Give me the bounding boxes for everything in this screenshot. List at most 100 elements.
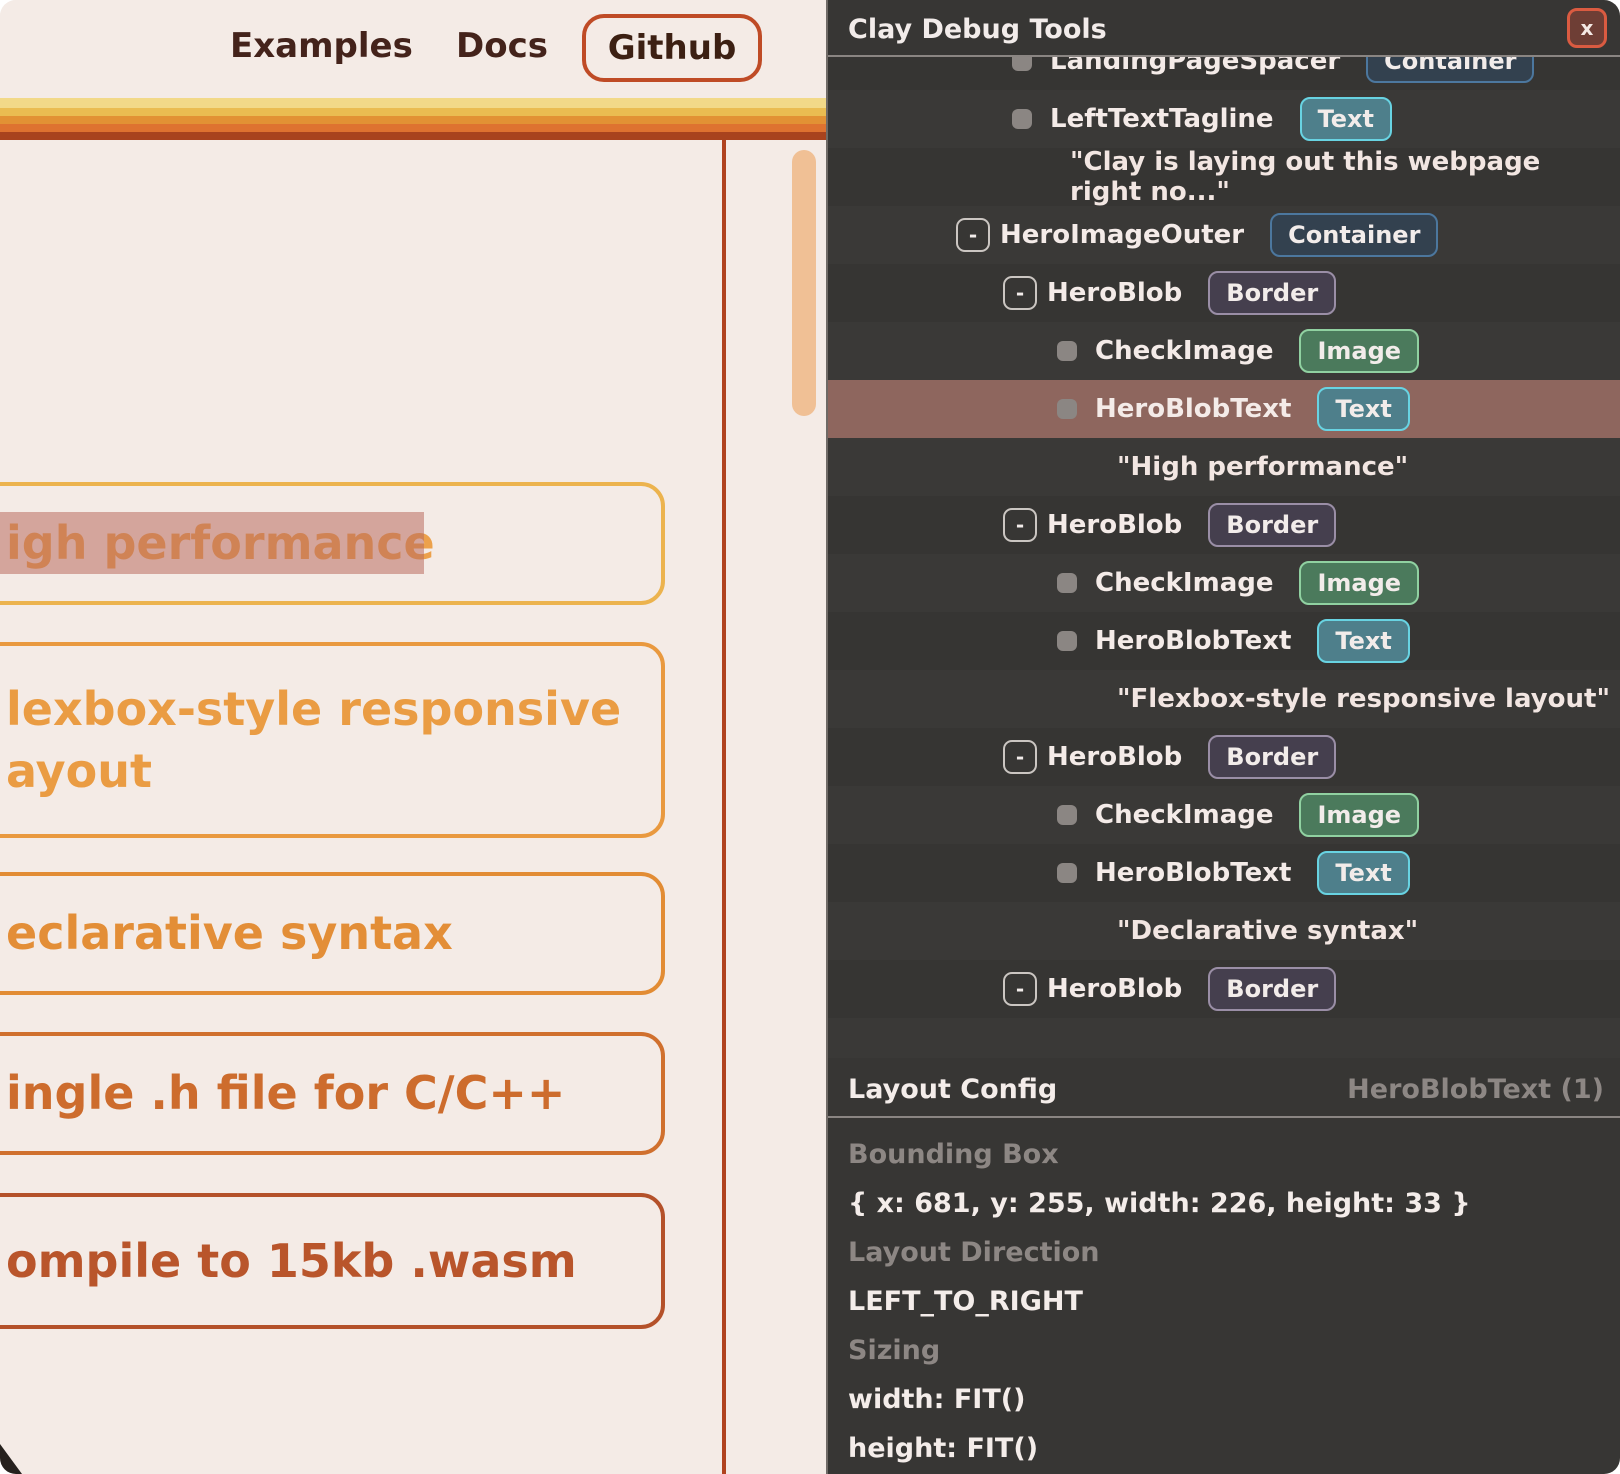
stripe-band bbox=[0, 116, 826, 124]
selected-element-label: HeroBlobText (1) bbox=[1347, 1074, 1604, 1105]
tree-node-label: HeroBlobText bbox=[1095, 394, 1291, 424]
element-type-badge: Container bbox=[1366, 57, 1534, 83]
collapse-button[interactable]: - bbox=[956, 218, 990, 252]
config-label: Layout Direction bbox=[828, 1228, 1620, 1277]
tree-node-LandingPageSpacer[interactable]: LandingPageSpacer Container bbox=[828, 57, 1620, 90]
tree-node-label: CheckImage bbox=[1095, 568, 1273, 598]
tree-row-partial bbox=[828, 1018, 1620, 1058]
config-label: Bounding Box bbox=[828, 1130, 1620, 1179]
tree-node-HeroBlob[interactable]: -HeroBlob Border bbox=[828, 264, 1620, 322]
stripe-band bbox=[0, 132, 826, 140]
tree-node-HeroBlob[interactable]: -HeroBlob Border bbox=[828, 960, 1620, 1018]
tree-text-content: "Declarative syntax" bbox=[1117, 916, 1418, 946]
tree-node-label: LeftTextTagline bbox=[1050, 104, 1274, 134]
stripe-band bbox=[0, 108, 826, 116]
leaf-bullet-icon bbox=[1057, 573, 1077, 593]
tree-text-content: "Flexbox-style responsive layout" bbox=[1117, 684, 1610, 714]
hero-blob-card: ompile to 15kb .wasm bbox=[0, 1193, 665, 1329]
tree-node-HeroImageOuter[interactable]: -HeroImageOuter Container bbox=[828, 206, 1620, 264]
hero-blob-label: ompile to 15kb .wasm bbox=[0, 1230, 577, 1292]
leaf-bullet-icon bbox=[1057, 863, 1077, 883]
leaf-bullet-icon bbox=[1012, 57, 1032, 71]
collapse-button[interactable]: - bbox=[1003, 508, 1037, 542]
tree-node-HeroBlob[interactable]: -HeroBlob Border bbox=[828, 728, 1620, 786]
tree-node-label: HeroBlob bbox=[1047, 278, 1182, 308]
nav-link-docs[interactable]: Docs bbox=[456, 26, 548, 66]
tree-node-label: HeroBlob bbox=[1047, 510, 1182, 540]
tree-node-CheckImage[interactable]: CheckImage Image bbox=[828, 554, 1620, 612]
element-type-badge: Container bbox=[1270, 213, 1438, 258]
debug-panel-header: Clay Debug Tools x bbox=[828, 0, 1620, 57]
element-type-badge: Text bbox=[1300, 97, 1392, 142]
scrollbar-thumb[interactable] bbox=[792, 150, 816, 416]
tree-node-label: CheckImage bbox=[1095, 336, 1273, 366]
hero-blob-label: eclarative syntax bbox=[0, 902, 453, 964]
tree-node-LeftTextTagline[interactable]: LeftTextTagline Text bbox=[828, 90, 1620, 148]
tree-text-content-row[interactable]: "Declarative syntax" bbox=[828, 902, 1620, 960]
element-type-badge: Image bbox=[1299, 793, 1419, 838]
tree-node-HeroBlobText[interactable]: HeroBlobText Text bbox=[828, 844, 1620, 902]
collapse-button[interactable]: - bbox=[1003, 740, 1037, 774]
element-type-badge: Text bbox=[1317, 619, 1409, 664]
tree-text-content: "High performance" bbox=[1117, 452, 1408, 482]
tree-node-label: HeroBlobText bbox=[1095, 858, 1291, 888]
stripe-band bbox=[0, 124, 826, 132]
tree-node-label: HeroBlobText bbox=[1095, 626, 1291, 656]
hero-blob-card: lexbox-style responsive ayout bbox=[0, 642, 665, 838]
config-value: height: FIT() bbox=[828, 1424, 1620, 1473]
hero-blob-label: lexbox-style responsive ayout bbox=[0, 678, 621, 802]
tree-text-content-row[interactable]: "Clay is laying out this webpage right n… bbox=[828, 148, 1620, 206]
element-type-badge: Border bbox=[1208, 503, 1336, 548]
stripe-band bbox=[0, 98, 826, 108]
clay-debug-panel: Clay Debug Tools x LandingPageSpacer Cont… bbox=[826, 0, 1620, 1474]
header-stripes bbox=[0, 98, 826, 140]
tree-text-content-row[interactable]: "High performance" bbox=[828, 438, 1620, 496]
leaf-bullet-icon bbox=[1012, 109, 1032, 129]
element-type-badge: Border bbox=[1208, 967, 1336, 1012]
leaf-bullet-icon bbox=[1057, 341, 1077, 361]
github-button[interactable]: Github bbox=[582, 14, 762, 82]
hero-blob-label: ingle .h file for C/C++ bbox=[0, 1062, 565, 1124]
config-value: width: FIT() bbox=[828, 1375, 1620, 1424]
tree-node-HeroBlob[interactable]: -HeroBlob Border bbox=[828, 496, 1620, 554]
tree-node-label: CheckImage bbox=[1095, 800, 1273, 830]
tree-node-HeroBlobText[interactable]: HeroBlobText Text bbox=[828, 380, 1620, 438]
tree-text-content-row[interactable]: "Flexbox-style responsive layout" bbox=[828, 670, 1620, 728]
collapse-button[interactable]: - bbox=[1003, 972, 1037, 1006]
element-type-badge: Border bbox=[1208, 735, 1336, 780]
mouse-cursor bbox=[0, 1444, 22, 1474]
element-tree: LandingPageSpacer Container LeftTextTaglin… bbox=[828, 57, 1620, 1058]
tree-node-label: HeroBlob bbox=[1047, 742, 1182, 772]
config-value: { x: 681, y: 255, width: 226, height: 33… bbox=[828, 1179, 1620, 1228]
tree-text-content: "Clay is laying out this webpage right n… bbox=[1070, 147, 1620, 207]
tree-node-CheckImage[interactable]: CheckImage Image bbox=[828, 322, 1620, 380]
hero-blob-card: eclarative syntax bbox=[0, 872, 665, 995]
hero-blob-card: ingle .h file for C/C++ bbox=[0, 1032, 665, 1155]
hero-section-border bbox=[722, 140, 726, 1474]
element-type-badge: Text bbox=[1317, 387, 1409, 432]
tree-node-label: LandingPageSpacer bbox=[1050, 57, 1340, 76]
collapse-button[interactable]: - bbox=[1003, 276, 1037, 310]
layout-config-title: Layout Config bbox=[848, 1074, 1057, 1105]
config-label: Sizing bbox=[828, 1326, 1620, 1375]
leaf-bullet-icon bbox=[1057, 805, 1077, 825]
config-value: LEFT_TO_RIGHT bbox=[828, 1277, 1620, 1326]
element-type-badge: Border bbox=[1208, 271, 1336, 316]
debug-panel-title: Clay Debug Tools bbox=[848, 14, 1107, 45]
layout-config-header: Layout Config HeroBlobText (1) bbox=[828, 1058, 1620, 1118]
element-type-badge: Text bbox=[1317, 851, 1409, 896]
screen: Examples Docs Github igh performance lex… bbox=[0, 0, 1620, 1474]
debug-selection-highlight bbox=[0, 512, 424, 574]
tree-node-label: HeroBlob bbox=[1047, 974, 1182, 1004]
layout-config-body: Bounding Box{ x: 681, y: 255, width: 226… bbox=[828, 1120, 1620, 1474]
landing-page: Examples Docs Github igh performance lex… bbox=[0, 0, 826, 1474]
leaf-bullet-icon bbox=[1057, 399, 1077, 419]
close-button[interactable]: x bbox=[1567, 8, 1607, 48]
leaf-bullet-icon bbox=[1057, 631, 1077, 651]
element-type-badge: Image bbox=[1299, 329, 1419, 374]
tree-node-label: HeroImageOuter bbox=[1000, 220, 1244, 250]
nav-link-examples[interactable]: Examples bbox=[230, 26, 413, 66]
tree-node-HeroBlobText[interactable]: HeroBlobText Text bbox=[828, 612, 1620, 670]
element-type-badge: Image bbox=[1299, 561, 1419, 606]
tree-node-CheckImage[interactable]: CheckImage Image bbox=[828, 786, 1620, 844]
